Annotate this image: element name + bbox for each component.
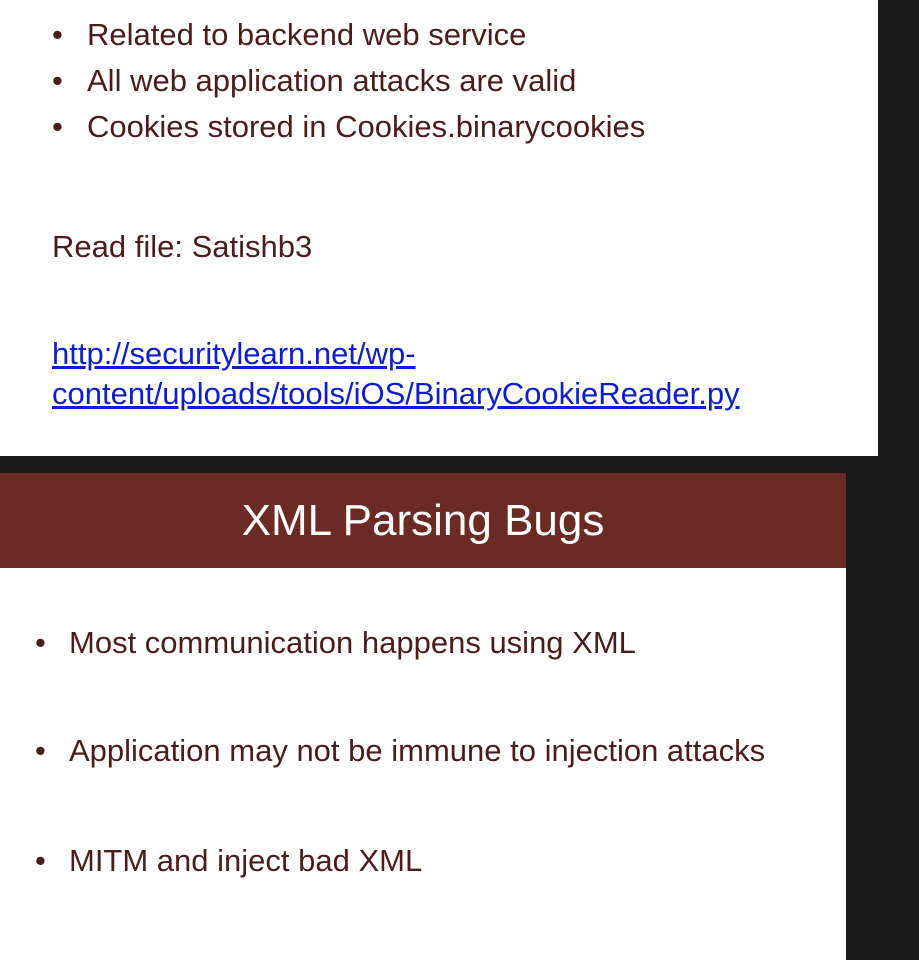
- list-item: • All web application attacks are valid: [52, 58, 645, 104]
- bullet-text: Related to backend web service: [87, 17, 527, 52]
- list-item: • Cookies stored in Cookies.binarycookie…: [52, 104, 645, 150]
- bullet-icon: •: [35, 625, 46, 660]
- slide-top: • Related to backend web service • All w…: [0, 0, 878, 456]
- bullet-icon: •: [52, 63, 63, 98]
- title-bar: XML Parsing Bugs: [0, 473, 846, 568]
- binary-cookie-reader-link[interactable]: http://securitylearn.net/wp-content/uplo…: [52, 334, 832, 414]
- bullet-text: All web application attacks are valid: [87, 63, 577, 98]
- read-file-text: Read file: Satishb3: [52, 229, 313, 264]
- bullet-list: • Most communication happens using XML •…: [35, 623, 825, 881]
- bullet-text: Cookies stored in Cookies.binarycookies: [87, 109, 646, 144]
- list-item: • MITM and inject bad XML: [35, 841, 825, 881]
- bullet-text: Most communication happens using XML: [69, 625, 636, 660]
- bullet-icon: •: [35, 733, 46, 768]
- bullet-icon: •: [35, 843, 46, 878]
- bullet-icon: •: [52, 17, 63, 52]
- list-item: • Application may not be immune to injec…: [35, 731, 825, 771]
- bullet-text: Application may not be immune to injecti…: [69, 733, 766, 768]
- bullet-icon: •: [52, 109, 63, 144]
- bullet-list: • Related to backend web service • All w…: [52, 12, 645, 150]
- bullet-text: MITM and inject bad XML: [69, 843, 423, 878]
- slide-title: XML Parsing Bugs: [241, 495, 605, 545]
- slide-bottom: XML Parsing Bugs • Most communication ha…: [0, 473, 846, 960]
- list-item: • Most communication happens using XML: [35, 623, 825, 663]
- list-item: • Related to backend web service: [52, 12, 645, 58]
